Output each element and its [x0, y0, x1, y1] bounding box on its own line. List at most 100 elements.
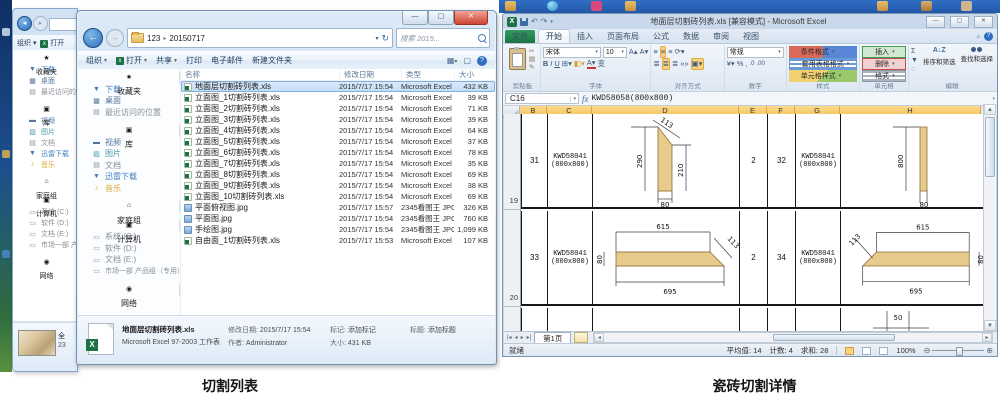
save-icon[interactable]	[520, 18, 528, 26]
ribbon-tab[interactable]: 公式	[646, 30, 676, 43]
insert-worksheet-icon[interactable]	[574, 332, 588, 343]
last-sheet-icon[interactable]: ▸|	[527, 334, 532, 341]
column-header-name[interactable]: 名称	[181, 69, 339, 80]
cell-c20[interactable]: KWD58041(800x800)	[548, 211, 593, 304]
sheet-tab[interactable]: 第1页	[534, 332, 571, 344]
cells-button[interactable]: 格式▾	[862, 70, 906, 82]
file-row[interactable]: 立面图_3切割砖列表.xls 2015/7/17 15:54 Microsoft…	[181, 114, 495, 125]
file-row[interactable]: 自由面_1切割砖列表.xls 2015/7/17 15:53 Microsoft…	[181, 235, 495, 246]
help-icon[interactable]: ?	[984, 32, 993, 41]
preview-pane-button[interactable]: ▢	[463, 56, 471, 65]
address-bar[interactable]	[49, 18, 77, 31]
scroll-left-icon[interactable]: ◂	[594, 333, 604, 342]
taskbar-icon[interactable]	[505, 1, 516, 11]
taskbar-icon[interactable]	[877, 1, 888, 11]
align-left-icon[interactable]: ≣	[653, 59, 659, 69]
underline-button[interactable]: U	[554, 59, 559, 69]
undo-icon[interactable]: ↶	[531, 17, 538, 27]
new-folder-button[interactable]: 新建文件夹	[252, 55, 292, 66]
sidebar-item[interactable]: ▤ 文档	[78, 160, 180, 172]
cell-d19-diagram[interactable]: 290 210 80 113	[593, 114, 740, 207]
page-break-view-button[interactable]	[879, 347, 888, 355]
ribbon-tab[interactable]: 视图	[736, 30, 766, 43]
sidebar-item[interactable]: ▤ 文档	[17, 137, 77, 148]
breadcrumb-segment[interactable]: 20150717	[169, 34, 205, 43]
close-button[interactable]: ✕	[454, 11, 488, 25]
organize-button[interactable]: 组织▾	[86, 55, 107, 66]
sidebar-item[interactable]: ▭ 文档 (E:)	[17, 228, 77, 239]
paste-button[interactable]	[509, 48, 526, 70]
style-button[interactable]: 条件格式▾	[789, 46, 857, 58]
format-painter-icon[interactable]: ✎	[529, 64, 535, 72]
sidebar-item[interactable]: ▭ 市场一部 产品组（专用）	[78, 266, 180, 278]
italic-button[interactable]: I	[550, 59, 552, 69]
percent-icon[interactable]: %	[737, 59, 744, 69]
file-row[interactable]: 立面图_4切割砖列表.xls 2015/7/17 15:54 Microsoft…	[181, 125, 495, 136]
align-center-icon[interactable]: ≣	[662, 58, 670, 70]
file-row[interactable]: 平面图.jpg 2015/7/17 15:54 2345看图王 JPG ... …	[181, 213, 495, 224]
forward-button[interactable]: ▸	[33, 16, 48, 31]
merge-center-icon[interactable]: ▣▾	[691, 58, 704, 70]
increase-decimal-icon[interactable]: .0	[749, 59, 754, 69]
file-row[interactable]: 立面图_5切割砖列表.xls 2015/7/17 15:54 Microsoft…	[181, 136, 495, 147]
fill-color-icon[interactable]: ◧▾	[574, 59, 585, 69]
sidebar-item[interactable]: ▭ 文档 (E:)	[78, 254, 180, 266]
taskbar-icon[interactable]	[961, 1, 972, 11]
add-tag-link[interactable]: 添加标记	[348, 327, 376, 334]
cell-d20-diagram[interactable]: 615 695 80 113	[593, 211, 740, 304]
align-right-icon[interactable]: ≣	[672, 59, 678, 69]
sidebar-item[interactable]: ▼ 迅雷下载	[78, 171, 180, 183]
ribbon-tab[interactable]: 插入	[570, 30, 600, 43]
formula-input[interactable]: KWD58058(800x800)	[592, 94, 674, 103]
row-header[interactable]: 19	[510, 196, 518, 205]
cell-g20[interactable]: KWD58041(800x800)	[796, 211, 841, 304]
cut-icon[interactable]: ✂	[529, 48, 535, 56]
fill-icon[interactable]: ▼	[911, 56, 918, 65]
zoom-slider[interactable]: ⊖ ⊕	[924, 346, 993, 355]
autosum-icon[interactable]: Σ	[911, 47, 918, 56]
font-size-select[interactable]: 10▾	[603, 47, 627, 58]
close-button[interactable]: ✕	[974, 16, 993, 28]
taskbar-icon[interactable]	[921, 1, 932, 11]
zoom-in-icon[interactable]: ⊕	[986, 346, 993, 355]
column-header-size[interactable]: 大小	[454, 69, 494, 80]
sidebar-item[interactable]: ▣ 计算机	[78, 220, 180, 232]
sidebar-item[interactable]: ◉ 网络	[17, 257, 77, 268]
indent-icons[interactable]: «»	[680, 59, 688, 69]
background-explorer-window[interactable]: ◂ ▸ 组织 ▾ x 打开 ★ 收藏夹 ▼ 下载 ▦ 桌面 ▤ 最近	[12, 8, 78, 372]
normal-view-button[interactable]	[845, 347, 854, 355]
cell-h19-diagram[interactable]: 800 80	[841, 114, 985, 207]
first-sheet-icon[interactable]: |◂	[507, 334, 512, 341]
file-row[interactable]: 地面层切割砖列表.xls 2015/7/17 15:54 Microsoft E…	[181, 81, 495, 92]
find-select-button[interactable]: 查找和选择	[960, 47, 993, 63]
cell-b20[interactable]: 33	[521, 211, 548, 304]
phonetic-guide-icon[interactable]: 变	[598, 59, 606, 69]
minimize-button[interactable]: —	[926, 16, 945, 28]
sidebar-item[interactable]: ★ 收藏夹	[17, 53, 77, 64]
file-row[interactable]: 立面图_6切割砖列表.xls 2015/7/17 15:54 Microsoft…	[181, 147, 495, 158]
decrease-decimal-icon[interactable]: .00	[756, 59, 764, 69]
number-format-select[interactable]: 常规▾	[727, 47, 784, 58]
cell-c19[interactable]: KWD58041(800x800)	[548, 114, 593, 207]
style-button[interactable]: 套用表格格式▾	[789, 58, 857, 70]
ribbon-tab[interactable]: 数据	[676, 30, 706, 43]
clear-icon[interactable]: ◌	[911, 65, 918, 74]
search-box[interactable]: 搜索 2015...	[396, 28, 490, 48]
file-row[interactable]: 立面图_2切割砖列表.xls 2015/7/17 15:54 Microsoft…	[181, 103, 495, 114]
currency-icon[interactable]: ¥▾	[727, 59, 735, 69]
minimize-button[interactable]: —	[402, 11, 428, 25]
scroll-right-icon[interactable]: ▸	[982, 333, 992, 342]
sidebar-item[interactable]: ⌂ 家庭组	[78, 201, 180, 213]
copy-icon[interactable]: ▤	[529, 56, 535, 64]
ribbon-tab[interactable]: 开始	[538, 29, 570, 43]
align-middle-icon[interactable]: ≡	[660, 46, 666, 58]
file-row[interactable]: 立面图_7切割砖列表.xls 2015/7/17 15:54 Microsoft…	[181, 158, 495, 169]
address-dropdown-icon[interactable]: ▾	[375, 35, 378, 42]
column-header-date[interactable]: 修改日期	[339, 69, 401, 80]
redo-icon[interactable]: ↷	[541, 17, 548, 27]
cell-g19[interactable]: KWD58041(800x800)	[796, 114, 841, 207]
desktop-icon[interactable]	[2, 28, 10, 36]
ribbon-tab[interactable]: 页面布局	[600, 30, 646, 43]
expand-formula-bar-icon[interactable]: ▾	[992, 96, 995, 102]
back-button[interactable]: ◂	[17, 16, 32, 31]
